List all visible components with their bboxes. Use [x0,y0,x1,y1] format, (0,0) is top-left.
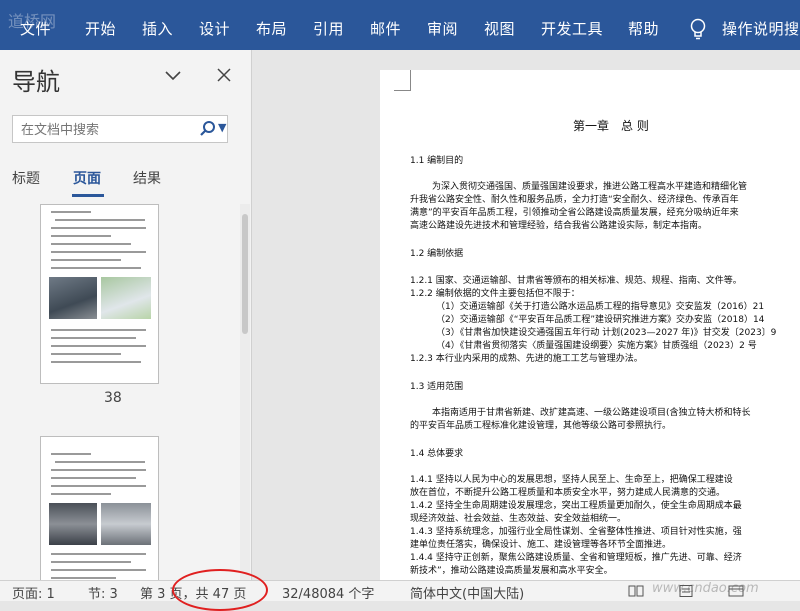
paragraph-line: 升我省公路安全性、耐久性和服务品质，全力打造“安全耐久、经济绿色、传承百年 [410,195,739,205]
nav-title: 导航 [12,68,60,96]
tab-file[interactable]: 文件 [20,0,51,50]
paragraph-line: 1.2.1 国家、交通运输部、甘肃省等颁布的相关标准、规范、规程、指南、文件等。 [410,276,742,286]
nav-tab-headings[interactable]: 标题 [12,168,40,188]
thumbnail-photo [101,503,151,545]
status-language[interactable]: 简体中文(中国大陆) [410,583,524,602]
paragraph-line: 1.4.1 坚持以人民为中心的发展思想，坚持人民至上、生命至上，把确保工程建设 [410,475,733,485]
nav-tab-pages[interactable]: 页面 [73,168,101,188]
margin-corner-mark [394,70,411,91]
paragraph-line: 新技术”，推动公路建设高质量发展和高水平安全。 [410,566,613,576]
paragraph-line: 放在首位，不断提升公路工程质量和本质安全水平，努力建成人民满意的交通。 [410,488,726,498]
paragraph-line: 本指南适用于甘肃省新建、改扩建高速、一级公路建设项目(含独立特大桥和特长 [432,408,751,418]
nav-tab-results[interactable]: 结果 [133,168,161,188]
list-item: （3）《甘肃省加快建设交通强国五年行动 计划(2023—2027 年)》甘交发〔… [436,328,777,338]
tab-home[interactable]: 开始 [85,0,116,50]
section-heading: 1.2 编制依据 [410,249,464,259]
tab-references[interactable]: 引用 [313,0,344,50]
paragraph-line: 1.2.3 本行业内采用的成熟、先进的施工工艺与管理办法。 [410,354,643,364]
tab-view[interactable]: 视图 [484,0,515,50]
thumbnail-photo [49,503,97,545]
status-page[interactable]: 页面: 1 [12,583,55,602]
scrollbar-thumb[interactable] [242,214,248,334]
section-heading: 1.4 总体要求 [410,449,464,459]
tab-layout[interactable]: 布局 [256,0,287,50]
search-icon[interactable] [199,120,217,138]
section-heading: 1.1 编制目的 [410,156,464,166]
paragraph-line: 1.4.3 坚持系统理念，加强行业全局性谋划、全省整体性推进、项目针对性实施，强 [410,527,742,537]
paragraph-line: 1.4.4 坚持守正创新，聚焦公路建设质量、全省和管理短板，推广先进、可靠、经济 [410,553,742,563]
search-input[interactable] [19,119,193,141]
paragraph-line: 满意”的平安百年品质工程，引领推动全省公路建设高质量发展，经充分吸纳近年来 [410,208,739,218]
chapter-title: 第一章 总 则 [573,119,649,133]
tab-review[interactable]: 审阅 [427,0,458,50]
ribbon: 道桥网 文件 开始 插入 设计 布局 引用 邮件 审阅 视图 开发工具 帮助 操… [0,0,800,50]
list-item: （2）交通运输部《“平安百年品质工程”建设研究推进方案》交办安监（2018）14 [436,315,765,325]
tab-mailings[interactable]: 邮件 [370,0,401,50]
chevron-down-icon[interactable] [162,66,184,88]
highlight-circle [172,569,268,611]
active-tab-indicator [72,194,104,197]
tab-design[interactable]: 设计 [199,0,230,50]
status-bar: 页面: 1 节: 3 第 3 页，共 47 页 32/48084 个字 简体中文… [0,569,800,611]
print-layout-icon[interactable] [678,585,694,597]
status-word-count[interactable]: 32/48084 个字 [282,583,374,602]
list-item: （1）交通运输部《关于打造公路水运品质工程的指导意见》交安监发（2016）21 [436,302,765,312]
paragraph-line: 为深入贯彻交通强国、质量强国建设要求，推进公路工程高水平建造和精细化管 [432,182,748,192]
document-page[interactable]: 第一章 总 则 1.1 编制目的 为深入贯彻交通强国、质量强国建设要求，推进公路… [380,70,800,580]
paragraph-line: 建单位责任落实，确保设计、施工、建设管理等各环节全面推进。 [410,540,672,550]
paragraph-line: 的平安百年品质工程标准化建设管理，其他等级公路可参照执行。 [410,421,672,431]
document-area: 第一章 总 则 1.1 编制目的 为深入贯彻交通强国、质量强国建设要求，推进公路… [252,50,800,580]
paragraph-line: 1.2.2 编制依据的文件主要包括但不限于： [410,289,580,299]
nav-scrollbar[interactable] [240,204,250,580]
paragraph-line: 现经济效益、社会效益、生态效益、安全效益相统一。 [410,514,627,524]
page-number-label: 38 [104,390,122,406]
tab-help[interactable]: 帮助 [628,0,659,50]
section-heading: 1.3 适用范围 [410,382,464,392]
tab-developer[interactable]: 开发工具 [541,0,603,50]
lightbulb-icon[interactable] [688,17,708,41]
page-thumbnail[interactable] [40,436,159,580]
search-options-chevron-icon[interactable]: ▼ [218,121,226,134]
page-thumbnail[interactable] [40,204,159,384]
search-box[interactable]: ▼ [12,115,228,143]
page-thumbnails: 38 [0,204,240,580]
paragraph-line: 高速公路建设先进技术和管理经验，结合我省公路建设实际，制定本指南。 [410,221,708,231]
close-icon[interactable] [213,66,235,88]
tell-me-search[interactable]: 操作说明搜 [722,0,800,50]
navigation-pane: 导航 ▼ 标题 页面 结果 [0,50,252,580]
read-mode-icon[interactable] [628,585,644,597]
list-item: （4）《甘肃省贯彻落实〈质量强国建设纲要〉实施方案》甘质强组（2023）2 号 [436,341,757,351]
status-section[interactable]: 节: 3 [88,583,118,602]
tab-insert[interactable]: 插入 [142,0,173,50]
web-layout-icon[interactable] [728,585,744,597]
paragraph-line: 1.4.2 坚持全生命周期建设发展理念，突出工程质量更加耐久，使全生命周期成本最 [410,501,742,511]
thumbnail-photo [101,277,151,319]
thumbnail-photo [49,277,97,319]
